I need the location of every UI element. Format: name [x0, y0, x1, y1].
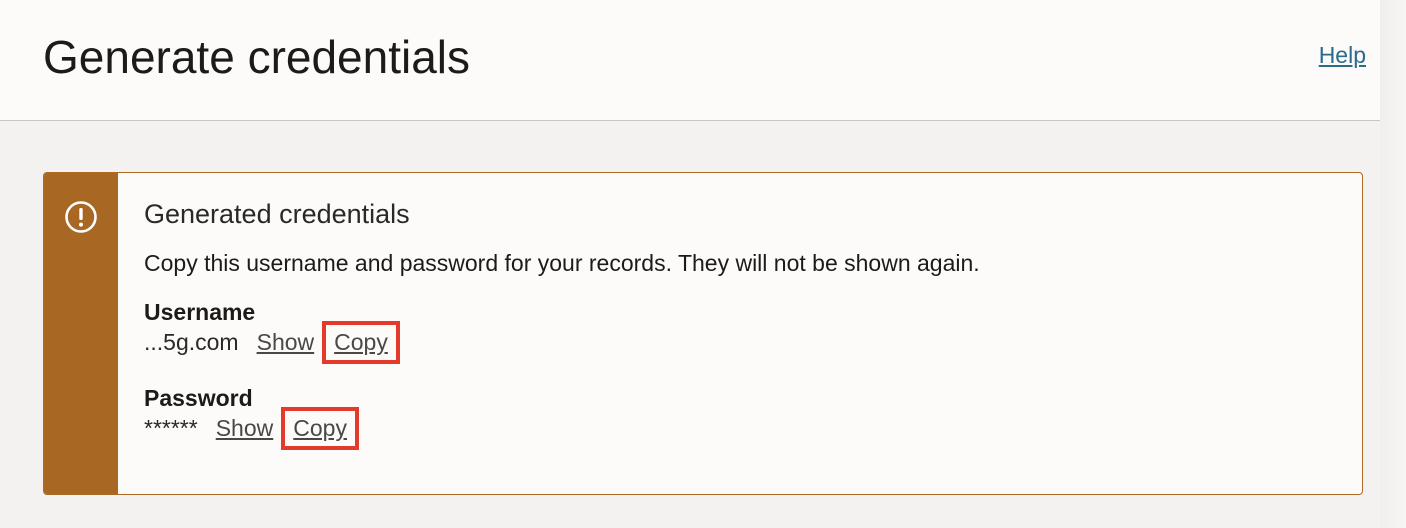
password-copy-highlight: Copy [281, 407, 359, 450]
username-copy-link[interactable]: Copy [334, 329, 388, 356]
page-header: Generate credentials Help [0, 0, 1380, 121]
warning-alert: Generated credentials Copy this username… [43, 172, 1363, 495]
scrollbar-area [1380, 0, 1406, 528]
alert-accent-bar [44, 173, 118, 494]
password-value: ****** [144, 415, 198, 441]
alert-title: Generated credentials [144, 199, 410, 229]
password-copy-link[interactable]: Copy [293, 415, 347, 442]
username-copy-highlight: Copy [322, 321, 400, 364]
password-show-link[interactable]: Show [216, 415, 274, 442]
username-value: ...5g.com [144, 329, 239, 355]
page-title: Generate credentials [43, 31, 471, 83]
username-row: ...5g.com Show Copy [144, 321, 400, 364]
alert-description: Copy this username and password for your… [144, 250, 980, 276]
warning-circle-icon [65, 201, 97, 233]
password-row: ****** Show Copy [144, 407, 359, 450]
help-link[interactable]: Help [1319, 42, 1366, 69]
username-show-link[interactable]: Show [257, 329, 315, 356]
